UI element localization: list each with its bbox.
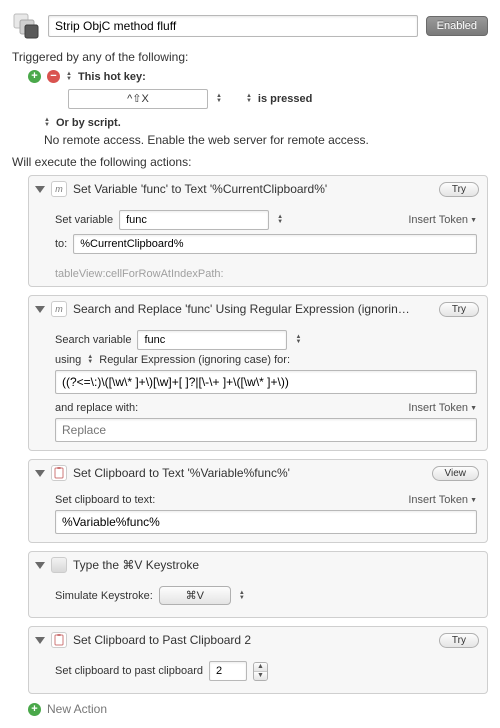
clipboard-text-input[interactable] <box>55 510 477 534</box>
actions-section-label: Will execute the following actions: <box>12 155 488 169</box>
script-trigger-selector[interactable]: ▲▼ <box>44 118 50 128</box>
action-set-clipboard-past: Set Clipboard to Past Clipboard 2 Try Se… <box>28 626 488 694</box>
disclosure-icon[interactable] <box>35 186 45 193</box>
keystroke-input[interactable]: ⌘V <box>159 586 231 605</box>
trigger-type-selector[interactable]: ▲▼ <box>66 72 72 82</box>
try-button[interactable]: Try <box>439 633 479 648</box>
remove-trigger-icon[interactable]: − <box>47 70 60 83</box>
action-title: Type the ⌘V Keystroke <box>73 558 479 572</box>
action-search-replace: m Search and Replace 'func' Using Regula… <box>28 295 488 451</box>
keystroke-action-icon <box>51 557 67 573</box>
hotkey-dropdown-icon[interactable]: ▲▼ <box>214 94 224 104</box>
action-set-variable: m Set Variable 'func' to Text '%CurrentC… <box>28 175 488 287</box>
action-title: Set Clipboard to Past Clipboard 2 <box>73 633 433 647</box>
search-variable-input[interactable] <box>137 330 287 350</box>
using-mode-label: Regular Expression (ignoring case) for: <box>99 354 290 366</box>
disclosure-icon[interactable] <box>35 306 45 313</box>
action-title: Set Variable 'func' to Text '%CurrentCli… <box>73 182 433 196</box>
clipboard-action-icon <box>51 465 67 481</box>
simulate-keystroke-label: Simulate Keystroke: <box>55 590 153 602</box>
try-button[interactable]: Try <box>439 182 479 197</box>
stepper-up-icon[interactable]: ▲ <box>254 663 267 672</box>
remote-access-note: No remote access. Enable the web server … <box>44 133 488 147</box>
hotkey-mode-label: is pressed <box>258 93 312 105</box>
add-action-icon[interactable]: + <box>28 703 41 716</box>
past-clipboard-label: Set clipboard to past clipboard <box>55 665 203 677</box>
action-preview: tableView:cellForRowAtIndexPath: <box>29 266 487 286</box>
insert-token-button[interactable]: Insert Token▼ <box>408 214 477 226</box>
disclosure-icon[interactable] <box>35 470 45 477</box>
view-button[interactable]: View <box>432 466 480 481</box>
try-button[interactable]: Try <box>439 302 479 317</box>
to-value-input[interactable] <box>73 234 477 254</box>
macro-title-input[interactable] <box>48 15 418 37</box>
clipboard-action-icon <box>51 632 67 648</box>
add-trigger-icon[interactable]: + <box>28 70 41 83</box>
set-variable-label: Set variable <box>55 214 113 226</box>
variable-dropdown-icon[interactable]: ▲▼ <box>293 335 303 345</box>
action-set-clipboard-text: Set Clipboard to Text '%Variable%func%' … <box>28 459 488 543</box>
set-clipboard-label: Set clipboard to text: <box>55 494 155 506</box>
variable-action-icon: m <box>51 301 67 317</box>
action-type-keystroke: Type the ⌘V Keystroke Simulate Keystroke… <box>28 551 488 618</box>
macro-icon <box>12 12 40 40</box>
disclosure-icon[interactable] <box>35 562 45 569</box>
variable-action-icon: m <box>51 181 67 197</box>
variable-dropdown-icon[interactable]: ▲▼ <box>275 215 285 225</box>
keystroke-dropdown-icon[interactable]: ▲▼ <box>237 591 247 601</box>
action-title: Set Clipboard to Text '%Variable%func%' <box>73 466 426 480</box>
regex-pattern-input[interactable] <box>55 370 477 394</box>
new-action-label[interactable]: New Action <box>47 702 107 716</box>
insert-token-button[interactable]: Insert Token▼ <box>408 494 477 506</box>
hotkey-input[interactable]: ^⇧X <box>68 89 208 109</box>
to-label: to: <box>55 238 67 250</box>
stepper-control[interactable]: ▲ ▼ <box>253 662 268 681</box>
replace-with-label: and replace with: <box>55 402 138 414</box>
triggers-section-label: Triggered by any of the following: <box>12 50 488 64</box>
insert-token-button[interactable]: Insert Token▼ <box>408 402 477 414</box>
action-title: Search and Replace 'func' Using Regular … <box>73 302 433 316</box>
past-clipboard-index-input[interactable] <box>209 661 247 681</box>
disclosure-icon[interactable] <box>35 637 45 644</box>
enabled-toggle-button[interactable]: Enabled <box>426 16 488 36</box>
hotkey-mode-selector[interactable]: ▲▼ <box>246 94 252 104</box>
hotkey-trigger-label: This hot key: <box>78 71 146 83</box>
replace-with-input[interactable] <box>55 418 477 442</box>
script-trigger-label: Or by script. <box>56 117 121 129</box>
stepper-down-icon[interactable]: ▼ <box>254 672 267 680</box>
variable-name-input[interactable] <box>119 210 269 230</box>
search-mode-selector[interactable]: ▲▼ <box>87 355 93 365</box>
using-label: using <box>55 354 81 366</box>
search-variable-label: Search variable <box>55 334 131 346</box>
